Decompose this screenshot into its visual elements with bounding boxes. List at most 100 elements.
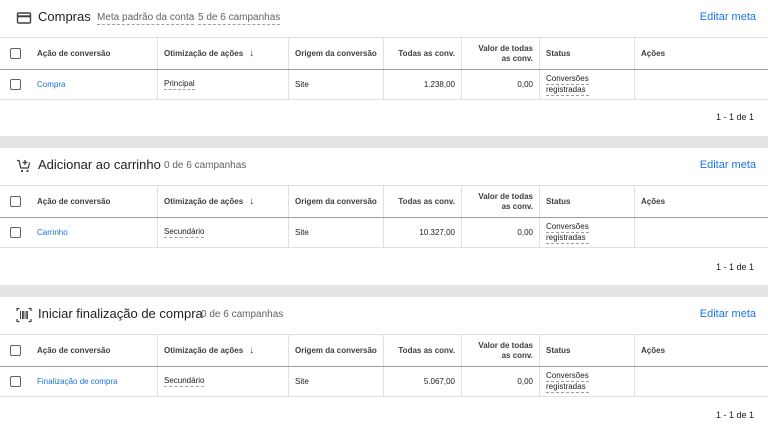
table-row: Compra Principal Site 1.238,00 0,00 Conv… — [0, 70, 768, 100]
status-line2: registradas — [546, 382, 589, 393]
col-header-origem[interactable]: Origem da conversão — [289, 38, 384, 69]
col-header-valor[interactable]: Valor de todas as conv. — [462, 186, 540, 217]
cell-todas: 1.238,00 — [384, 70, 462, 99]
optimization-value[interactable]: Secundário — [164, 376, 205, 387]
status-value[interactable]: Conversões registradas — [546, 371, 589, 393]
optimization-value[interactable]: Principal — [164, 79, 195, 90]
account-default-goal-label[interactable]: Meta padrão da conta — [97, 12, 195, 25]
card-header: Iniciar finalização de compra 0 de 6 cam… — [0, 297, 768, 333]
col-header-status[interactable]: Status — [540, 335, 635, 366]
row-select-cell — [0, 367, 31, 396]
table-header: Ação de conversão Otimização de ações ↓ O… — [0, 185, 768, 218]
row-checkbox[interactable] — [10, 79, 21, 90]
status-value[interactable]: Conversões registradas — [546, 74, 589, 96]
col-header-origem[interactable]: Origem da conversão — [289, 335, 384, 366]
col-header-todas[interactable]: Todas as conv. — [384, 335, 462, 366]
status-line2: registradas — [546, 85, 589, 96]
campaigns-count[interactable]: 0 de 6 campanhas — [164, 160, 246, 172]
col-header-acoes: Ações — [641, 346, 666, 355]
credit-card-icon — [16, 10, 32, 26]
col-header-valor[interactable]: Valor de todas as conv. — [462, 38, 540, 69]
conversion-goal-card-carrinho: Adicionar ao carrinho 0 de 6 campanhas E… — [0, 148, 768, 285]
col-header-valor-line2: as conv. — [501, 53, 533, 63]
select-all-cell — [0, 38, 31, 69]
col-header-otimizacao-label: Otimização de ações — [164, 197, 244, 206]
conversion-action-link[interactable]: Compra — [37, 80, 65, 89]
conversion-action-link[interactable]: Carrinho — [37, 228, 68, 237]
col-header-todas[interactable]: Todas as conv. — [384, 38, 462, 69]
sort-arrow-down-icon: ↓ — [249, 345, 255, 356]
col-header-acao[interactable]: Ação de conversão — [31, 335, 158, 366]
conversion-goal-card-checkout: Iniciar finalização de compra 0 de 6 cam… — [0, 297, 768, 434]
cell-status: Conversões registradas — [540, 218, 635, 247]
conversion-actions-table: Ação de conversão Otimização de ações ↓ O… — [0, 37, 768, 100]
status-value[interactable]: Conversões registradas — [546, 222, 589, 244]
col-header-todas[interactable]: Todas as conv. — [384, 186, 462, 217]
section-title: Iniciar finalização de compra — [38, 306, 203, 321]
table-header: Ação de conversão Otimização de ações ↓ O… — [0, 37, 768, 70]
cell-valor: 0,00 — [462, 367, 540, 396]
col-header-otimizacao[interactable]: Otimização de ações ↓ — [158, 335, 289, 366]
col-header-acoes: Ações — [641, 197, 666, 206]
cell-todas: 5.067,00 — [384, 367, 462, 396]
select-all-checkbox[interactable] — [10, 48, 21, 59]
table-row: Carrinho Secundário Site 10.327,00 0,00 … — [0, 218, 768, 248]
col-header-acao[interactable]: Ação de conversão — [31, 186, 158, 217]
col-header-valor-line1: Valor de todas — [478, 340, 533, 350]
cell-otimizacao: Principal — [158, 70, 289, 99]
col-header-acoes: Ações — [641, 49, 666, 58]
cell-origem: Site — [289, 218, 384, 247]
cell-otimizacao: Secundário — [158, 367, 289, 396]
row-select-cell — [0, 218, 31, 247]
col-header-acao[interactable]: Ação de conversão — [31, 38, 158, 69]
col-header-valor-label: Valor de todas as conv. — [478, 44, 533, 64]
cell-status: Conversões registradas — [540, 70, 635, 99]
col-header-otimizacao[interactable]: Otimização de ações ↓ — [158, 38, 289, 69]
edit-goal-link[interactable]: Editar meta — [700, 308, 756, 320]
select-all-cell — [0, 186, 31, 217]
conversion-actions-table: Ação de conversão Otimização de ações ↓ O… — [0, 334, 768, 397]
status-line1: Conversões — [546, 221, 589, 233]
col-header-valor[interactable]: Valor de todas as conv. — [462, 335, 540, 366]
add-shopping-cart-icon — [16, 158, 32, 174]
col-header-valor-line2: as conv. — [501, 350, 533, 360]
status-line1: Conversões — [546, 370, 589, 382]
select-all-checkbox[interactable] — [10, 196, 21, 207]
status-line2: registradas — [546, 233, 589, 244]
cell-acao: Finalização de compra — [31, 367, 158, 396]
conversion-actions-table: Ação de conversão Otimização de ações ↓ O… — [0, 185, 768, 248]
table-header: Ação de conversão Otimização de ações ↓ O… — [0, 334, 768, 367]
sort-arrow-down-icon: ↓ — [249, 48, 255, 59]
cell-acoes — [635, 218, 768, 247]
col-header-valor-line2: as conv. — [501, 201, 533, 211]
col-header-status[interactable]: Status — [540, 186, 635, 217]
cell-acoes — [635, 70, 768, 99]
row-checkbox[interactable] — [10, 227, 21, 238]
cell-todas: 10.327,00 — [384, 218, 462, 247]
edit-goal-link[interactable]: Editar meta — [700, 11, 756, 23]
sort-arrow-down-icon: ↓ — [249, 196, 255, 207]
table-row: Finalização de compra Secundário Site 5.… — [0, 367, 768, 397]
col-header-valor-line1: Valor de todas — [478, 43, 533, 53]
pagination-label: 1 - 1 de 1 — [715, 262, 754, 272]
col-header-valor-label: Valor de todas as conv. — [478, 192, 533, 212]
conversion-action-link[interactable]: Finalização de compra — [37, 377, 117, 386]
optimization-value[interactable]: Secundário — [164, 227, 205, 238]
col-header-origem[interactable]: Origem da conversão — [289, 186, 384, 217]
campaigns-count[interactable]: 5 de 6 campanhas — [198, 12, 281, 25]
cell-acoes — [635, 367, 768, 396]
edit-goal-link[interactable]: Editar meta — [700, 159, 756, 171]
col-header-otimizacao[interactable]: Otimização de ações ↓ — [158, 186, 289, 217]
conversion-goal-card-compras: Compras Meta padrão da conta 5 de 6 camp… — [0, 0, 768, 136]
cell-valor: 0,00 — [462, 70, 540, 99]
pagination-label: 1 - 1 de 1 — [715, 410, 754, 420]
campaigns-count[interactable]: 0 de 6 campanhas — [201, 309, 283, 321]
select-all-checkbox[interactable] — [10, 345, 21, 356]
cell-origem: Site — [289, 70, 384, 99]
cell-acao: Carrinho — [31, 218, 158, 247]
col-header-valor-line1: Valor de todas — [478, 191, 533, 201]
card-header: Adicionar ao carrinho 0 de 6 campanhas E… — [0, 148, 768, 184]
col-header-status[interactable]: Status — [540, 38, 635, 69]
row-select-cell — [0, 70, 31, 99]
row-checkbox[interactable] — [10, 376, 21, 387]
